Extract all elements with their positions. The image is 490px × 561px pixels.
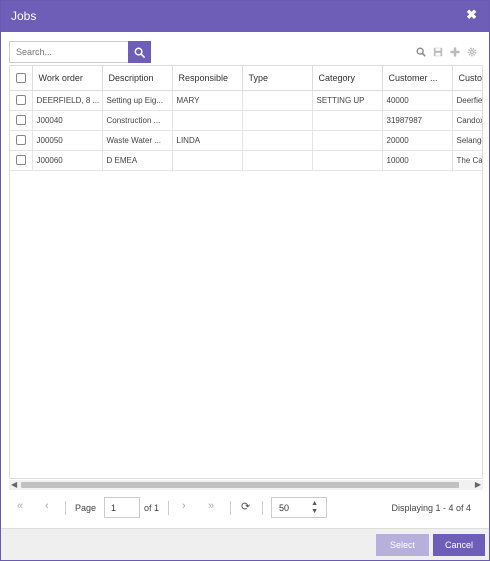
page-size-spinner-icon[interactable]: ▲ ▼ <box>311 500 318 516</box>
row-checkbox[interactable] <box>15 115 26 125</box>
cell-type <box>242 110 313 131</box>
cell-customer-number: 20000 <box>382 130 453 151</box>
cell-work-order: J00050 <box>32 130 103 151</box>
dialog-titlebar: Jobs ✖ <box>1 1 489 32</box>
cell-description: Construction ... <box>102 110 173 131</box>
pager-divider <box>262 501 263 515</box>
gear-icon[interactable] <box>466 46 477 57</box>
scroll-right-icon[interactable]: ▶ <box>475 480 481 490</box>
column-header-description[interactable]: Description <box>102 66 173 91</box>
search-button[interactable] <box>128 41 151 63</box>
jobs-dialog: Jobs ✖ Search... Work order Description … <box>0 0 490 561</box>
cell-customer-name: Selangc <box>452 130 482 151</box>
column-header-customer-name[interactable]: Custo <box>452 66 482 91</box>
cell-customer-name: Candox <box>452 110 482 131</box>
cell-type <box>242 130 313 151</box>
cell-category <box>312 130 383 151</box>
last-page-icon[interactable]: » <box>208 500 214 512</box>
next-page-icon[interactable]: › <box>182 500 186 512</box>
row-checkbox[interactable] <box>15 95 26 105</box>
scroll-left-icon[interactable]: ◀ <box>11 480 17 490</box>
pager-divider <box>65 501 66 515</box>
row-checkbox[interactable] <box>15 135 26 145</box>
cell-responsible: MARY <box>172 90 243 111</box>
table-row[interactable]: J00060 D EMEA 10000 The Ca <box>10 150 482 171</box>
row-select-cell <box>10 110 33 131</box>
grid-toolbar <box>415 46 477 57</box>
cell-customer-name: The Ca <box>452 150 482 171</box>
cell-description: Waste Water ... <box>102 130 173 151</box>
column-header-type[interactable]: Type <box>242 66 313 91</box>
prev-page-icon[interactable]: ‹ <box>45 500 49 512</box>
cell-responsible <box>172 150 243 171</box>
plus-icon[interactable] <box>449 46 460 57</box>
search-icon[interactable] <box>415 46 426 57</box>
cell-responsible: LINDA <box>172 130 243 151</box>
cell-type <box>242 90 313 111</box>
cell-work-order: J00040 <box>32 110 103 131</box>
first-page-icon[interactable]: « <box>17 500 23 512</box>
cell-customer-number: 40000 <box>382 90 453 111</box>
jobs-grid: Work order Description Responsible Type … <box>9 65 483 479</box>
cell-work-order: DEERFIELD, 8 ... <box>32 90 103 111</box>
cell-work-order: J00060 <box>32 150 103 171</box>
cell-customer-number: 31987987 <box>382 110 453 131</box>
row-select-cell <box>10 130 33 151</box>
table-row[interactable]: DEERFIELD, 8 ... Setting up Eig... MARY … <box>10 90 482 111</box>
page-size-stepper[interactable]: 50 ▲ ▼ <box>271 497 327 518</box>
close-icon[interactable]: ✖ <box>466 8 477 21</box>
cell-category <box>312 150 383 171</box>
save-icon[interactable] <box>432 46 443 57</box>
cell-responsible <box>172 110 243 131</box>
grid-header-row: Work order Description Responsible Type … <box>10 66 482 91</box>
refresh-icon[interactable]: ⟳ <box>241 500 250 513</box>
display-info: Displaying 1 - 4 of 4 <box>391 503 471 513</box>
search-input[interactable] <box>9 41 129 63</box>
page-size-value: 50 <box>279 503 290 513</box>
table-row[interactable]: J00050 Waste Water ... LINDA 20000 Selan… <box>10 130 482 151</box>
page-label: Page <box>75 503 97 513</box>
pager-divider <box>168 501 169 515</box>
cell-category <box>312 110 383 131</box>
row-select-cell <box>10 90 33 111</box>
cancel-button[interactable]: Cancel <box>433 534 485 556</box>
select-button[interactable]: Select <box>376 534 429 556</box>
row-select-cell <box>10 150 33 171</box>
cell-customer-number: 10000 <box>382 150 453 171</box>
page-count-label: of 1 <box>144 503 160 513</box>
pagination-bar: « ‹ Page of 1 › » ⟳ 50 ▲▼ Displaying 1 -… <box>9 495 483 521</box>
table-row[interactable]: J00040 Construction ... 31987987 Candox <box>10 110 482 131</box>
cell-description: D EMEA <box>102 150 173 171</box>
column-header-category[interactable]: Category <box>312 66 383 91</box>
cell-type <box>242 150 313 171</box>
cell-customer-name: Deerfie <box>452 90 482 111</box>
row-checkbox[interactable] <box>15 155 26 165</box>
cell-description: Setting up Eig... <box>102 90 173 111</box>
column-header-customer-number[interactable]: Customer ... <box>382 66 453 91</box>
horizontal-scrollbar[interactable]: ◀ ▶ <box>9 480 483 490</box>
pager-divider <box>230 501 231 515</box>
search-bar <box>9 41 151 63</box>
scrollbar-thumb[interactable] <box>21 482 459 488</box>
search-icon <box>134 47 145 58</box>
column-header-work-order[interactable]: Work order <box>32 66 103 91</box>
cell-category: SETTING UP <box>312 90 383 111</box>
dialog-footer: Select Cancel <box>1 528 489 560</box>
column-header-responsible[interactable]: Responsible <box>172 66 243 91</box>
page-number-input[interactable] <box>104 497 140 518</box>
select-all-checkbox[interactable] <box>15 73 26 84</box>
dialog-title: Jobs <box>11 9 37 23</box>
select-all-cell <box>10 66 33 91</box>
